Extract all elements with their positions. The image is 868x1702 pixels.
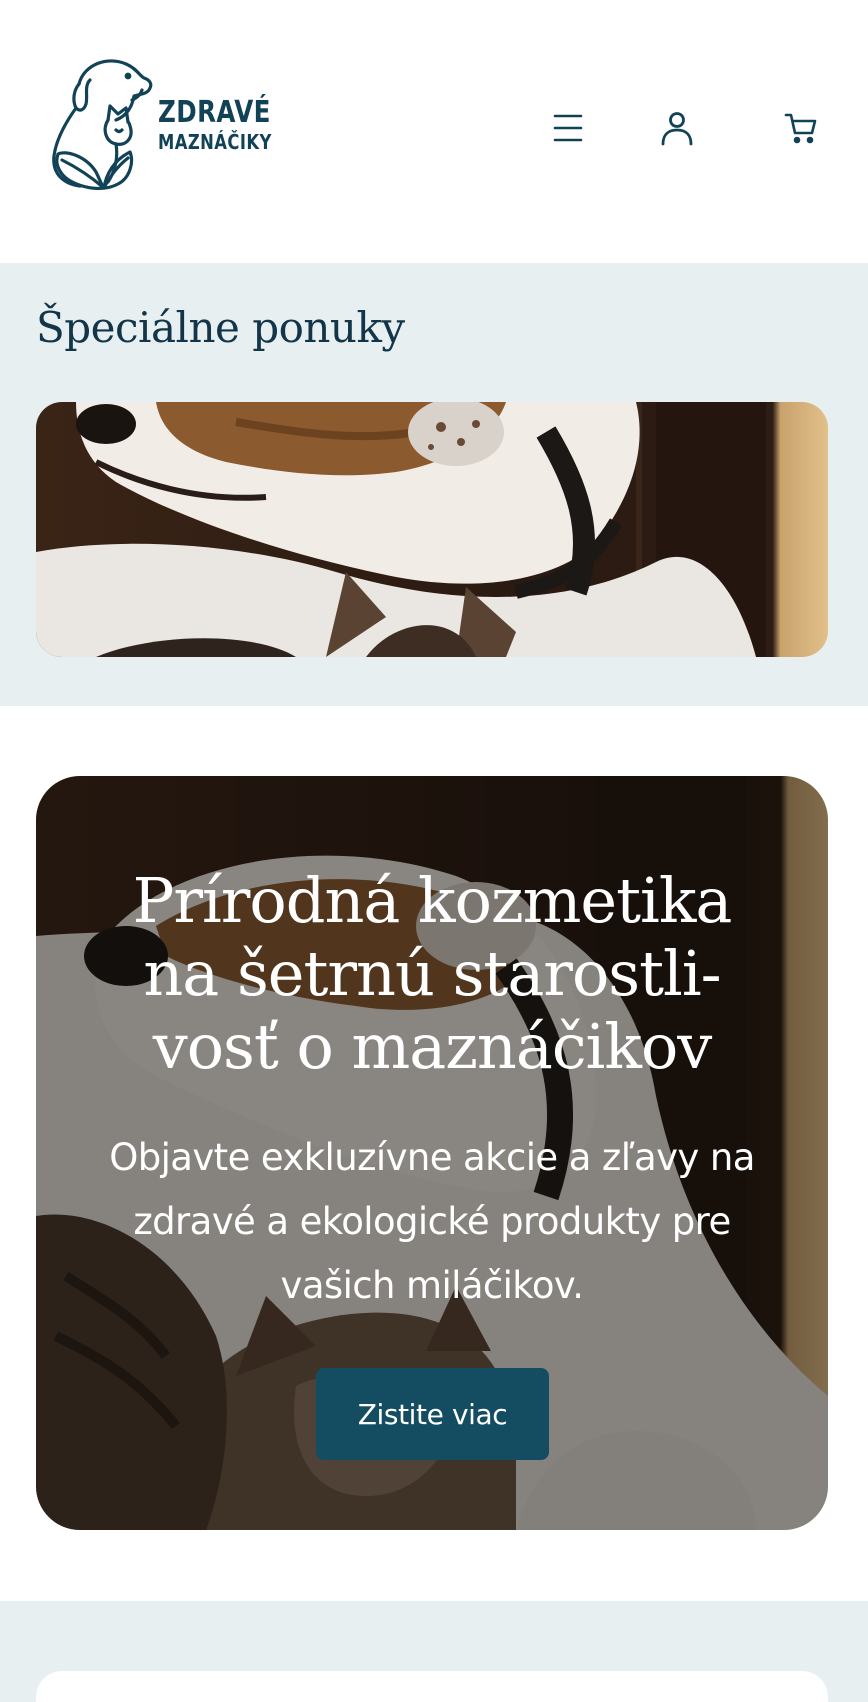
site-header: ZDRAVÉ MAZNÁČIKY <box>0 0 868 263</box>
brand-name-line1: ZDRAVÉ <box>158 95 271 130</box>
brand-name-line2: MAZNÁČIKY <box>158 130 272 154</box>
hero-title: Prírodná kozmetika na šetrnú starostli-v… <box>132 864 733 1083</box>
brand-logo[interactable]: ZDRAVÉ MAZNÁČIKY <box>46 56 276 192</box>
hero-description: Objavte exkluzívne akcie a zľavy na zdra… <box>109 1136 755 1307</box>
account-button[interactable] <box>651 98 703 158</box>
hamburger-menu-icon <box>553 114 583 142</box>
hero-card: Prírodná kozmetika na šetrnú starostli-v… <box>36 776 828 1530</box>
learn-more-button[interactable]: Zistite viac <box>316 1368 549 1460</box>
special-offers-title: Špeciálne ponuky <box>36 303 405 352</box>
special-offers-banner[interactable] <box>36 402 828 657</box>
dog-cat-leaf-logo-icon <box>52 59 153 190</box>
shopping-cart-icon <box>784 113 817 144</box>
user-account-icon <box>661 112 693 146</box>
next-section <box>0 1601 868 1702</box>
brand-name: ZDRAVÉ MAZNÁČIKY <box>158 95 297 154</box>
next-section-card <box>36 1671 828 1702</box>
cart-button[interactable] <box>775 98 827 158</box>
dog-and-cat-photo <box>36 402 828 657</box>
menu-button[interactable] <box>542 98 594 158</box>
special-offers-section: Špeciálne ponuky <box>0 263 868 706</box>
